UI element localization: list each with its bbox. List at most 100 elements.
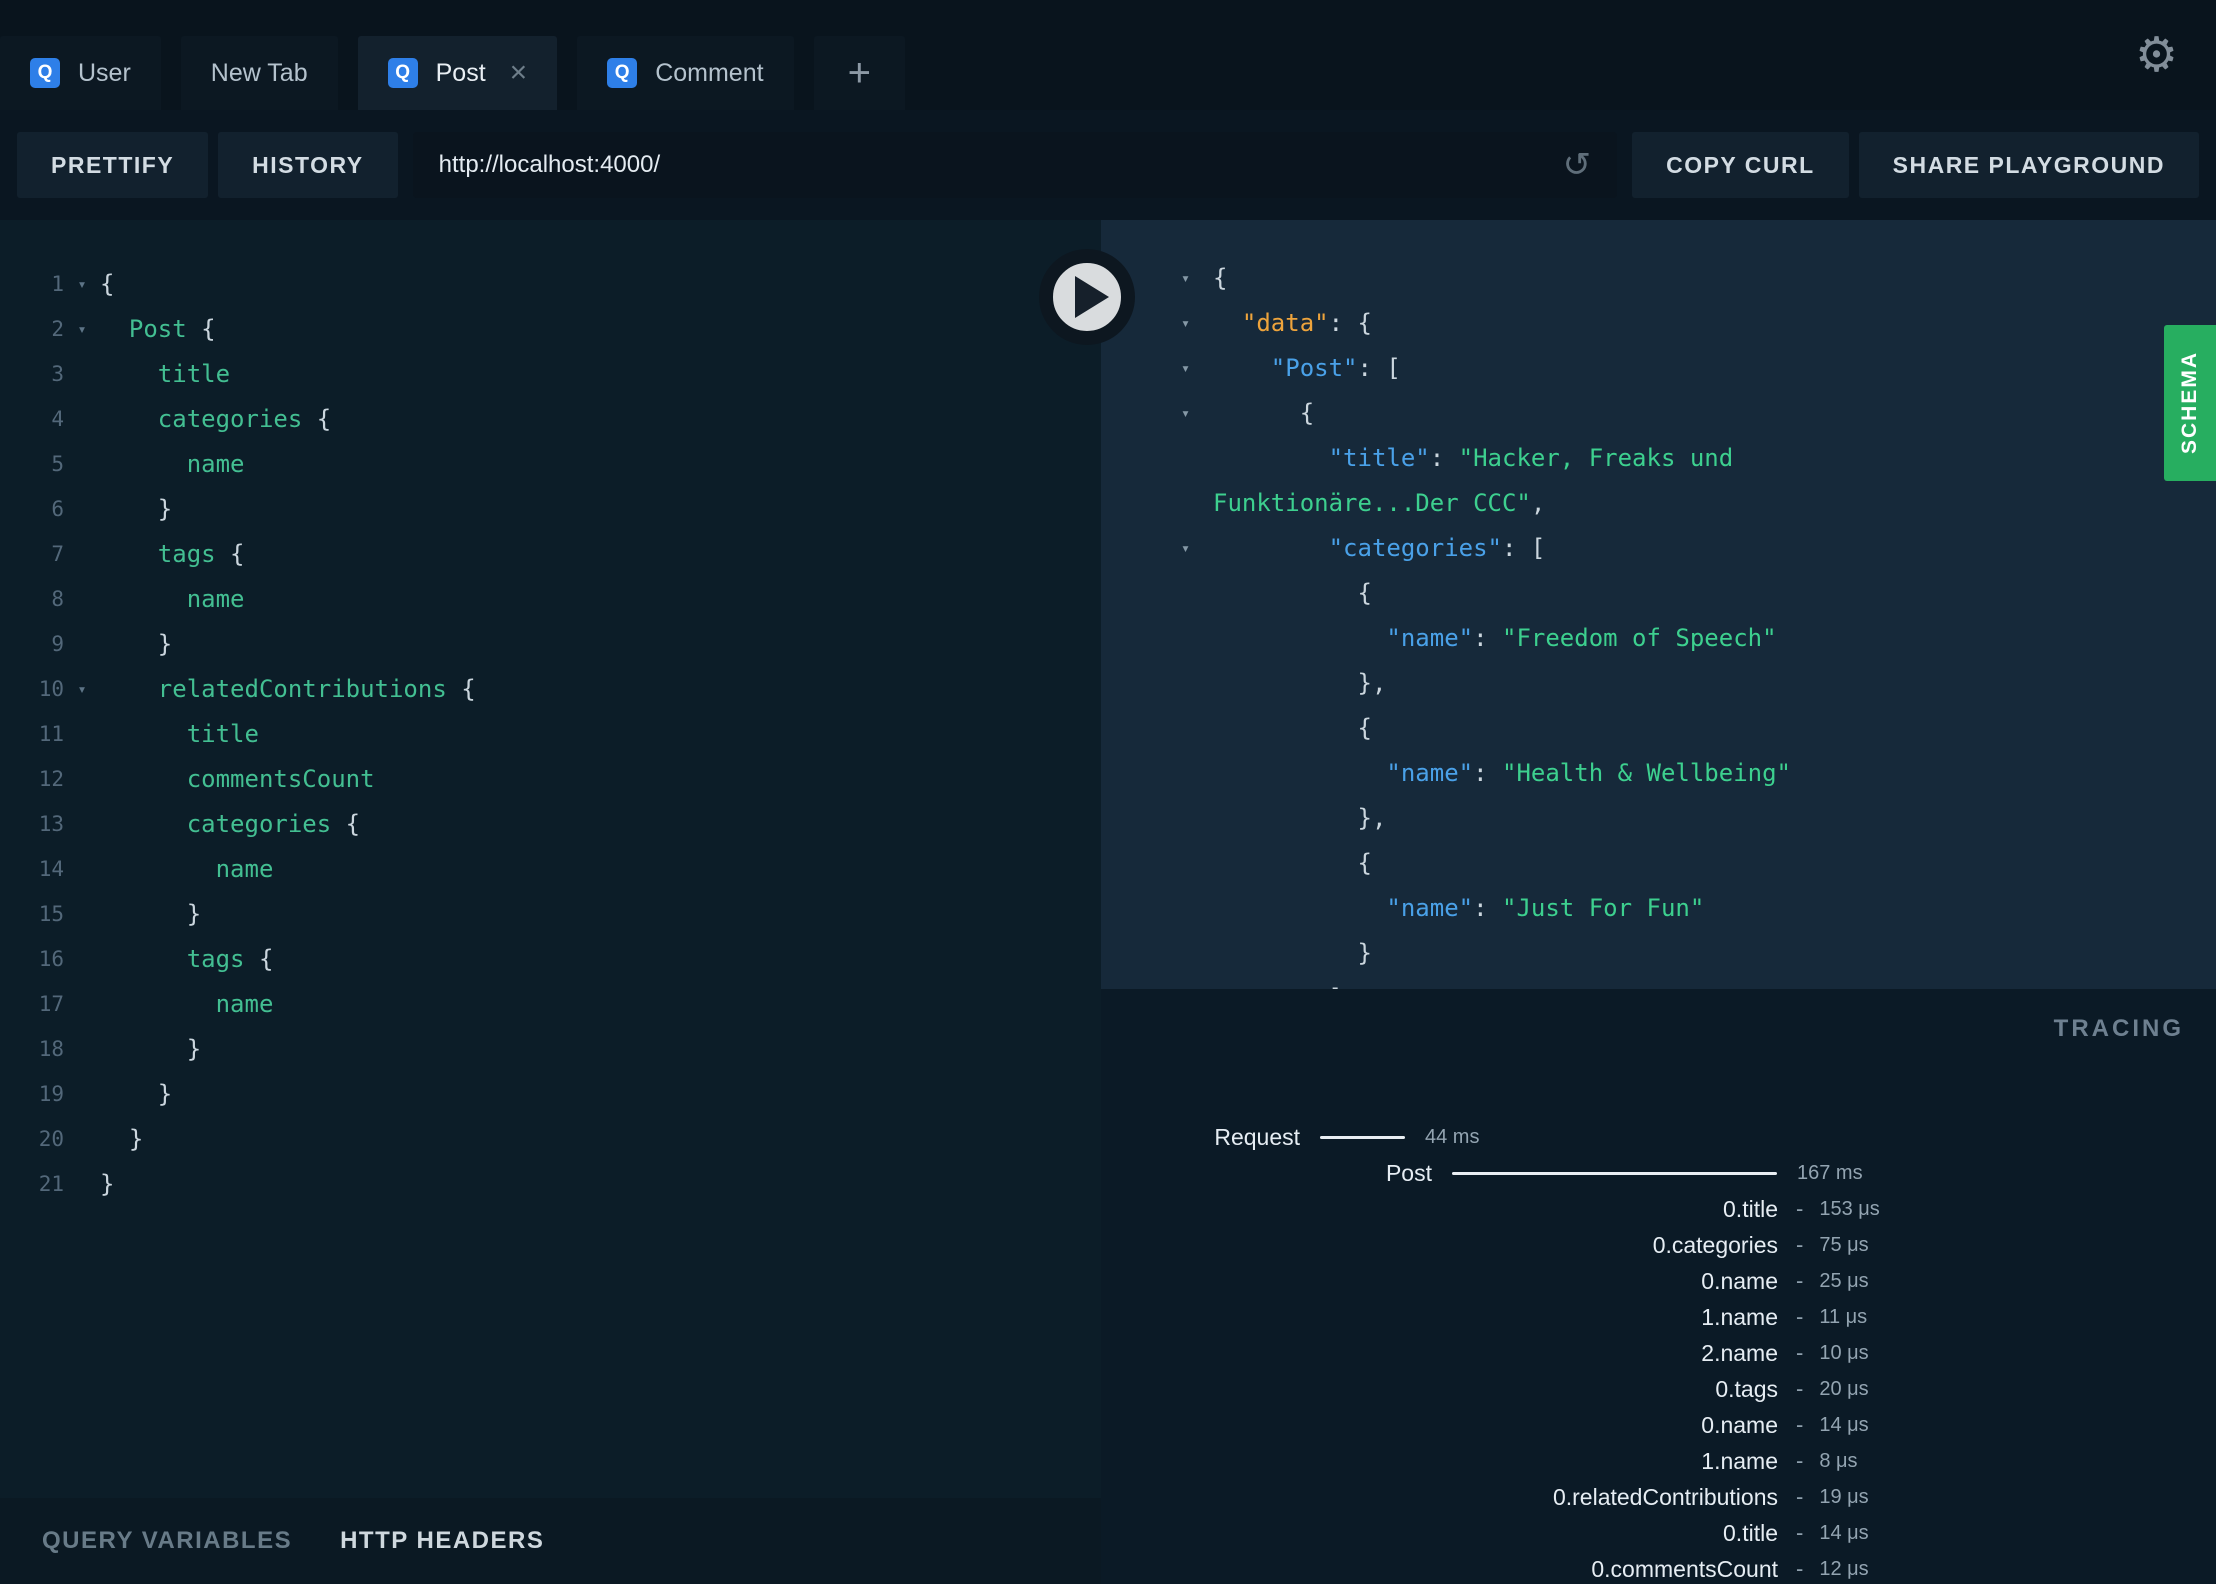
trace-label: 0.title xyxy=(1723,1195,1778,1222)
code-token: { xyxy=(244,945,274,973)
query-line: 3 title xyxy=(0,352,1101,397)
query-line: 21} xyxy=(0,1162,1101,1207)
share-playground-button[interactable]: SHARE PLAYGROUND xyxy=(1858,132,2199,198)
fold-arrow-icon[interactable]: ▾ xyxy=(64,667,100,712)
tab-user[interactable]: Q User xyxy=(0,36,161,110)
collapse-arrow-icon[interactable]: ▾ xyxy=(1181,301,1205,346)
trace-row: Post 167 ms xyxy=(1101,1155,2216,1191)
trace-dash: - xyxy=(1796,1448,1804,1473)
query-line: 20 } xyxy=(0,1117,1101,1162)
code-token: : xyxy=(1473,624,1502,652)
http-headers-tab[interactable]: HTTP HEADERS xyxy=(340,1527,544,1555)
collapse-arrow-icon[interactable]: ▾ xyxy=(1181,391,1205,436)
tab-post[interactable]: Q Post × xyxy=(357,36,558,110)
line-number: 1 xyxy=(51,272,64,296)
query-line: 15 } xyxy=(0,892,1101,937)
query-variables-tab[interactable]: QUERY VARIABLES xyxy=(42,1527,292,1555)
code-token: } xyxy=(157,630,173,658)
tracing-title: TRACING xyxy=(2053,1015,2184,1042)
code-token: { xyxy=(100,270,115,298)
line-number: 2 xyxy=(51,317,64,341)
tab-label: Comment xyxy=(655,58,764,87)
code-token: { xyxy=(1357,579,1372,607)
response-line: "name": "Freedom of Speech" xyxy=(1101,616,2216,661)
fold-arrow-icon[interactable]: ▾ xyxy=(64,262,100,307)
collapse-arrow-icon[interactable]: ▾ xyxy=(1181,346,1205,391)
response-line: "name": "Health & Wellbeing" xyxy=(1101,751,2216,796)
editor-footer: QUERY VARIABLES HTTP HEADERS xyxy=(0,1498,1101,1584)
query-code-text: title xyxy=(100,712,259,757)
query-line: 19 } xyxy=(0,1072,1101,1117)
code-token: "Just For Fun" xyxy=(1502,894,1705,922)
code-token: }, xyxy=(1357,804,1387,832)
code-token: { xyxy=(1299,399,1315,427)
query-code-text: tags { xyxy=(100,532,245,577)
response-line: "title": "Hacker, Freaks und xyxy=(1101,436,2216,481)
play-icon xyxy=(1075,276,1109,318)
copy-curl-button[interactable]: COPY CURL xyxy=(1632,132,1849,198)
trace-row: 0.name -25 μs xyxy=(1101,1263,2216,1299)
fold-arrow-icon[interactable]: ▾ xyxy=(64,307,100,352)
execute-query-button[interactable] xyxy=(1039,249,1135,345)
code-token: "Post" xyxy=(1270,354,1358,382)
query-code-text: } xyxy=(100,1162,114,1207)
code-token: : [ xyxy=(1501,534,1546,562)
code-token: { xyxy=(1357,714,1372,742)
code-token: } xyxy=(1357,939,1372,967)
tab-new-tab[interactable]: New Tab xyxy=(180,36,338,110)
prettify-button[interactable]: PRETTIFY xyxy=(17,132,209,198)
close-tab-icon[interactable]: × xyxy=(510,58,528,88)
query-code-text: name xyxy=(100,577,245,622)
line-number: 11 xyxy=(38,722,64,746)
code-token: : xyxy=(1473,759,1502,787)
code-token: "Hacker, Freaks und xyxy=(1458,444,1734,472)
response-line: ▾ "Post": [ xyxy=(1101,346,2216,391)
query-line: 7 tags { xyxy=(0,532,1101,577)
schema-sidebar-tab[interactable]: SCHEMA xyxy=(2164,325,2216,481)
query-line: 4 categories { xyxy=(0,397,1101,442)
collapse-arrow-icon[interactable]: ▾ xyxy=(1181,256,1205,301)
query-code-text: } xyxy=(100,1117,143,1162)
code-token: relatedContributions xyxy=(157,675,447,703)
line-number: 18 xyxy=(38,1037,64,1061)
line-number: 14 xyxy=(38,857,64,881)
new-tab-button[interactable]: + xyxy=(813,36,905,110)
tab-comment[interactable]: Q Comment xyxy=(577,36,794,110)
query-editor[interactable]: 1 ▾{2 ▾ Post {3 title 4 categories {5 name 6… xyxy=(0,220,1101,1498)
response-line: ▾ { xyxy=(1101,391,2216,436)
trace-time: 153 μs xyxy=(1819,1197,1880,1220)
trace-row: 0.title -14 μs xyxy=(1101,1515,2216,1551)
collapse-arrow-icon[interactable]: ▾ xyxy=(1181,526,1205,571)
code-token: { xyxy=(1213,264,1228,292)
settings-gear-icon[interactable]: ⚙ xyxy=(2135,27,2178,83)
query-code-text: } xyxy=(100,1072,172,1117)
line-number: 3 xyxy=(51,362,64,386)
query-line: 2 ▾ Post { xyxy=(0,307,1101,352)
trace-label: Request xyxy=(1214,1123,1300,1150)
code-token: categories xyxy=(157,405,303,433)
code-token: } xyxy=(157,495,173,523)
history-button[interactable]: HISTORY xyxy=(218,132,398,198)
endpoint-url-input[interactable] xyxy=(438,151,1563,179)
result-pane: ▾{▾ "data": {▾ "Post": [▾ { "title": "Ha… xyxy=(1101,220,2216,1584)
reload-schema-icon[interactable]: ↺ xyxy=(1563,145,1592,185)
trace-row: Request 44 ms xyxy=(1101,1119,2216,1155)
query-code-text: } xyxy=(100,622,172,667)
trace-dash: - xyxy=(1796,1412,1804,1437)
